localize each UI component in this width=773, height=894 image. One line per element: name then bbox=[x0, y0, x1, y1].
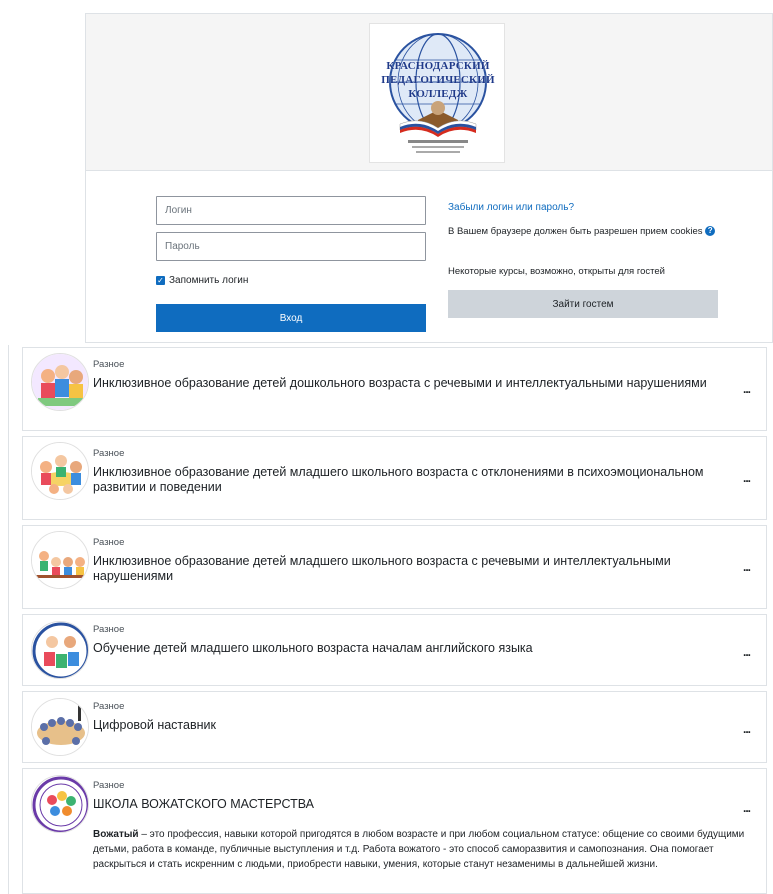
forgot-password-link[interactable]: Забыли логин или пароль? bbox=[448, 202, 574, 213]
summary-text: – это профессия, навыки которой пригодят… bbox=[93, 829, 745, 870]
course-menu-button[interactable]: ... bbox=[743, 801, 751, 815]
hands-logo-icon bbox=[32, 776, 88, 832]
password-input[interactable] bbox=[156, 232, 426, 261]
course-title[interactable]: Инклюзивное образование детей младшего ш… bbox=[93, 465, 733, 495]
children-group-icon bbox=[32, 354, 88, 410]
remember-label: Запомнить логин bbox=[169, 275, 249, 286]
course-menu-button[interactable]: ... bbox=[743, 471, 751, 485]
course-title[interactable]: Инклюзивное образование детей дошкольног… bbox=[93, 376, 733, 391]
course-title[interactable]: Инклюзивное образование детей младшего ш… bbox=[93, 554, 733, 584]
course-image[interactable] bbox=[31, 531, 89, 589]
guests-note: Некоторые курсы, возможно, открыты для г… bbox=[448, 266, 665, 277]
course-title[interactable]: Обучение детей младшего школьного возрас… bbox=[93, 641, 733, 656]
course-menu-button[interactable]: ... bbox=[743, 645, 751, 659]
children-table-icon bbox=[32, 443, 88, 499]
college-logo: КРАСНОДАРСКИЙ ПЕДАГОГИЧЕСКИЙ КОЛЛЕДЖ bbox=[369, 23, 505, 163]
course-image[interactable] bbox=[31, 353, 89, 411]
course-image[interactable] bbox=[31, 775, 89, 833]
course-card[interactable]: Разное ШКОЛА ВОЖАТСКОГО МАСТЕРСТВА ... В… bbox=[22, 768, 767, 894]
course-card[interactable]: Разное Инклюзивное образование детей мла… bbox=[22, 436, 767, 520]
course-card[interactable]: Разное Обучение детей младшего школьного… bbox=[22, 614, 767, 686]
course-title[interactable]: Цифровой наставник bbox=[93, 718, 733, 733]
cookies-notice-text: В Вашем браузере должен быть разрешен пр… bbox=[448, 226, 703, 237]
checkbox-checked-icon[interactable]: ✓ bbox=[156, 276, 165, 285]
classroom-icon bbox=[32, 532, 88, 588]
course-card[interactable]: Разное Цифровой наставник ... bbox=[22, 691, 767, 763]
course-card[interactable]: Разное Инклюзивное образование детей мла… bbox=[22, 525, 767, 609]
course-category: Разное bbox=[93, 448, 125, 459]
course-card[interactable]: Разное Инклюзивное образование детей дош… bbox=[22, 347, 767, 431]
logo-line-3: КОЛЛЕДЖ bbox=[408, 88, 468, 100]
abc-kids-icon bbox=[32, 622, 88, 678]
course-title[interactable]: ШКОЛА ВОЖАТСКОГО МАСТЕРСТВА bbox=[93, 797, 733, 812]
username-input[interactable] bbox=[156, 196, 426, 225]
remember-username[interactable]: ✓ Запомнить логин bbox=[156, 275, 248, 286]
logo-line-2: ПЕДАГОГИЧЕСКИЙ bbox=[381, 74, 495, 86]
course-menu-button[interactable]: ... bbox=[743, 722, 751, 736]
guest-login-button[interactable]: Зайти гостем bbox=[448, 290, 718, 318]
login-button[interactable]: Вход bbox=[156, 304, 426, 332]
login-header: КРАСНОДАРСКИЙ ПЕДАГОГИЧЕСКИЙ КОЛЛЕДЖ bbox=[86, 14, 772, 171]
course-category: Разное bbox=[93, 780, 125, 791]
cookies-notice: В Вашем браузере должен быть разрешен пр… bbox=[448, 225, 718, 239]
course-menu-button[interactable]: ... bbox=[743, 560, 751, 574]
login-card: КРАСНОДАРСКИЙ ПЕДАГОГИЧЕСКИЙ КОЛЛЕДЖ ✓ З… bbox=[85, 13, 773, 343]
left-divider bbox=[8, 345, 9, 894]
course-category: Разное bbox=[93, 537, 125, 548]
course-category: Разное bbox=[93, 359, 125, 370]
course-image[interactable] bbox=[31, 698, 89, 756]
help-icon[interactable]: ? bbox=[705, 226, 716, 237]
digital-mentor-icon bbox=[32, 699, 88, 755]
summary-bold-term: Вожатый bbox=[93, 829, 139, 840]
logo-line-1: КРАСНОДАРСКИЙ bbox=[386, 60, 490, 72]
course-category: Разное bbox=[93, 624, 125, 635]
course-image[interactable] bbox=[31, 442, 89, 500]
course-image[interactable] bbox=[31, 621, 89, 679]
course-summary: Вожатый – это профессия, навыки которой … bbox=[93, 827, 758, 872]
course-menu-button[interactable]: ... bbox=[743, 382, 751, 396]
course-category: Разное bbox=[93, 701, 125, 712]
